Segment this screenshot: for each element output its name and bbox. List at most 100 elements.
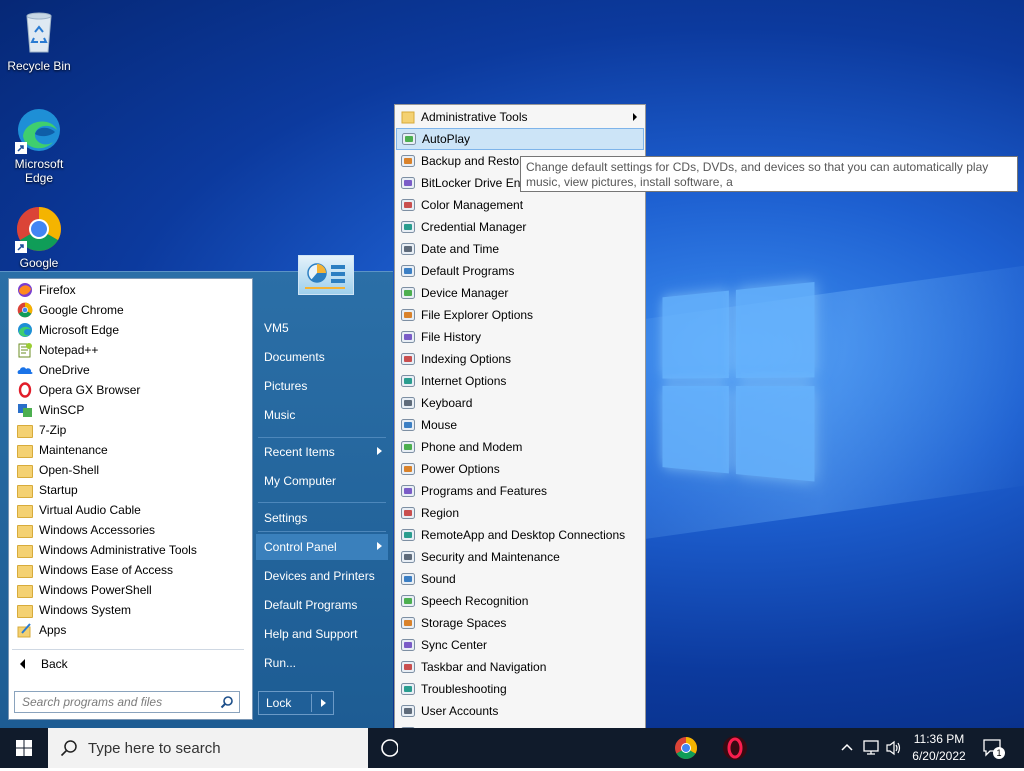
folder-icon [17,604,33,618]
program-item-virtual-audio-cable[interactable]: Virtual Audio Cable [17,500,243,520]
cp-item-phone-and-modem[interactable]: Phone and Modem [396,436,644,458]
cp-item-file-explorer-options[interactable]: File Explorer Options [396,304,644,326]
cp-item-file-history[interactable]: File History [396,326,644,348]
cp-item-label: AutoPlay [422,132,471,146]
program-label: Windows Ease of Access [39,563,174,577]
program-item-microsoft-edge[interactable]: Microsoft Edge [17,320,243,340]
cp-item-icon [400,527,416,543]
cp-item-sync-center[interactable]: Sync Center [396,634,644,656]
folder-icon [17,524,33,538]
program-item-apps[interactable]: Apps [17,620,243,640]
cp-item-label: Date and Time [421,242,500,256]
submenu-arrow-icon [377,542,382,550]
desktop-icon-recycle-bin[interactable]: Recycle Bin [1,8,77,73]
program-item-windows-powershell[interactable]: Windows PowerShell [17,580,243,600]
cp-item-label: File Explorer Options [421,308,534,322]
cp-item-user-accounts[interactable]: User Accounts [396,700,644,722]
start-right-item-settings[interactable]: Settings [256,505,388,531]
program-item-7-zip[interactable]: 7-Zip [17,420,243,440]
program-item-opera-gx-browser[interactable]: Opera GX Browser [17,380,243,400]
cp-item-device-manager[interactable]: Device Manager [396,282,644,304]
taskview-icon[interactable] [378,737,399,759]
volume-icon[interactable] [885,740,903,759]
program-item-onedrive[interactable]: OneDrive [17,360,243,380]
windows-logo-icon [16,740,32,756]
program-item-windows-system[interactable]: Windows System [17,600,243,620]
program-item-maintenance[interactable]: Maintenance [17,440,243,460]
cp-item-power-options[interactable]: Power Options [396,458,644,480]
taskbar-opera-gx-icon[interactable] [722,735,748,761]
cp-item-label: Storage Spaces [421,616,507,630]
taskbar-chrome-icon[interactable] [674,736,698,760]
desktop-icon-microsoft-edge[interactable]: Microsoft Edge [1,106,77,185]
taskbar-clock[interactable]: 11:36 PM 6/20/2022 [905,731,973,765]
start-right-item-music[interactable]: Music [256,402,388,428]
lock-button[interactable]: Lock [258,691,334,715]
back-button[interactable]: Back [14,655,242,673]
program-item-google-chrome[interactable]: Google Chrome [17,300,243,320]
clock-time: 11:36 PM [913,732,965,746]
cp-item-indexing-options[interactable]: Indexing Options [396,348,644,370]
cp-item-region[interactable]: Region [396,502,644,524]
folder-icon [17,484,33,498]
start-right-item-vm5[interactable]: VM5 [256,315,388,341]
cp-item-default-programs[interactable]: Default Programs [396,260,644,282]
start-right-item-documents[interactable]: Documents [256,344,388,370]
program-item-winscp[interactable]: WinSCP [17,400,243,420]
lock-options-arrow-icon[interactable] [321,699,326,707]
cp-item-icon [400,373,416,389]
cp-item-icon [400,461,416,477]
cp-item-icon [400,703,416,719]
network-icon[interactable] [862,740,880,759]
start-button[interactable] [0,728,48,768]
start-search-input[interactable]: Search programs and files [14,691,240,713]
notification-center-icon[interactable]: 1 [982,738,1006,760]
program-item-windows-accessories[interactable]: Windows Accessories [17,520,243,540]
start-right-item-run[interactable]: Run... [256,650,388,676]
cp-item-color-management[interactable]: Color Management [396,194,644,216]
cp-item-programs-and-features[interactable]: Programs and Features [396,480,644,502]
cp-item-mouse[interactable]: Mouse [396,414,644,436]
program-item-firefox[interactable]: Firefox [17,280,243,300]
cp-item-date-and-time[interactable]: Date and Time [396,238,644,260]
program-label: OneDrive [39,363,90,377]
cp-item-troubleshooting[interactable]: Troubleshooting [396,678,644,700]
cp-item-sound[interactable]: Sound [396,568,644,590]
cp-item-speech-recognition[interactable]: Speech Recognition [396,590,644,612]
cp-item-security-and-maintenance[interactable]: Security and Maintenance [396,546,644,568]
cp-item-label: Security and Maintenance [421,550,560,564]
user-picture-icon[interactable] [298,255,354,295]
start-right-item-recent-items[interactable]: Recent Items [256,439,388,465]
cp-item-storage-spaces[interactable]: Storage Spaces [396,612,644,634]
cp-item-icon [400,483,416,499]
start-right-item-control-panel[interactable]: Control Panel [256,534,388,560]
program-item-notepad-[interactable]: Notepad++ [17,340,243,360]
cp-item-keyboard[interactable]: Keyboard [396,392,644,414]
program-item-windows-administrative-tools[interactable]: Windows Administrative Tools [17,540,243,560]
start-right-item-devices-and-printers[interactable]: Devices and Printers [256,563,388,589]
cp-item-credential-manager[interactable]: Credential Manager [396,216,644,238]
notification-count-badge: 1 [993,747,1005,759]
start-right-item-help-and-support[interactable]: Help and Support [256,621,388,647]
cp-item-icon [400,505,416,521]
onedrive-icon [17,362,33,378]
cp-item-administrative-tools[interactable]: Administrative Tools [396,106,644,128]
cp-item-remoteapp-and-desktop-connections[interactable]: RemoteApp and Desktop Connections [396,524,644,546]
program-item-startup[interactable]: Startup [17,480,243,500]
cp-item-taskbar-and-navigation[interactable]: Taskbar and Navigation [396,656,644,678]
program-item-windows-ease-of-access[interactable]: Windows Ease of Access [17,560,243,580]
program-item-open-shell[interactable]: Open-Shell [17,460,243,480]
folder-icon [17,444,33,458]
cp-item-label: Region [421,506,460,520]
taskbar-search-input[interactable]: Type here to search [48,728,368,768]
cp-item-autoplay[interactable]: AutoPlay [396,128,644,150]
cp-item-internet-options[interactable]: Internet Options [396,370,644,392]
cp-item-icon [400,417,416,433]
start-right-item-default-programs[interactable]: Default Programs [256,592,388,618]
back-arrow-icon [20,659,25,669]
desktop-icon-google[interactable]: Google [1,205,77,270]
show-hidden-icons-chevron-icon[interactable] [840,741,854,758]
start-right-item-pictures[interactable]: Pictures [256,373,388,399]
start-right-item-my-computer[interactable]: My Computer [256,468,388,494]
cp-item-icon [400,593,416,609]
